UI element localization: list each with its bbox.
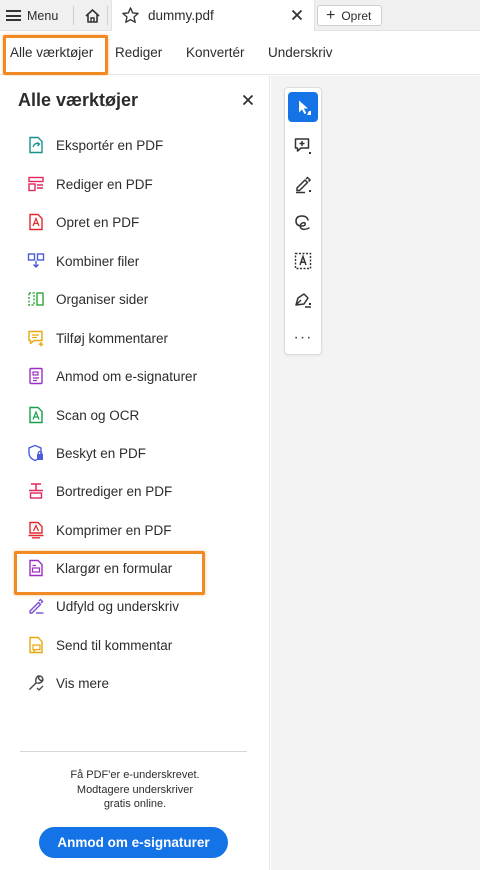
home-icon (84, 8, 100, 23)
panel-divider (20, 751, 247, 752)
tab-document[interactable]: dummy.pdf (111, 0, 315, 31)
all-tools-panel: Alle værktøjer Eksportér en PDF Rediger … (0, 76, 270, 870)
promo-line: gratis online. (103, 798, 167, 810)
new-tab-button[interactable]: + Opret (317, 5, 382, 26)
tool-label: Kombiner filer (56, 253, 140, 269)
promo-line: Få PDF'er e-underskrevet. (70, 769, 200, 781)
tool-add-comments[interactable]: Tilføj kommentarer (26, 327, 168, 349)
scan-ocr-icon (26, 405, 46, 425)
star-icon[interactable] (121, 6, 140, 25)
tool-label: Anmod om e-signaturer (56, 368, 198, 384)
add-comment-tool[interactable] (288, 131, 318, 161)
menu-label: Menu (27, 8, 59, 23)
freehand-icon (295, 215, 310, 231)
close-tab-icon[interactable] (289, 7, 305, 23)
tool-label: Organiser sider (56, 291, 149, 307)
tool-compress-pdf[interactable]: Komprimer en PDF (26, 519, 172, 541)
panel-title: Alle værktøjer (18, 90, 139, 110)
tool-label: Bortrediger en PDF (56, 483, 173, 499)
tool-label: Scan og OCR (56, 407, 140, 423)
tool-create-pdf[interactable]: Opret en PDF (26, 211, 139, 233)
tool-label: Opret en PDF (56, 214, 140, 230)
export-pdf-icon (26, 135, 46, 155)
nav-highlight-box (3, 35, 108, 75)
nav-sign[interactable]: Underskriv (268, 45, 333, 60)
tool-edit-pdf[interactable]: Rediger en PDF (26, 173, 153, 195)
redact-pdf-icon (26, 481, 46, 501)
comment-add-icon (294, 138, 311, 154)
protect-pdf-icon (26, 443, 46, 463)
tool-protect-pdf[interactable]: Beskyt en PDF (26, 442, 146, 464)
new-tab-label: Opret (341, 8, 372, 23)
home-button[interactable] (81, 5, 103, 26)
tool-request-esign[interactable]: Anmod om e-signaturer (26, 365, 197, 387)
tool-label: Send til kommentar (56, 637, 173, 653)
tabbar-divider (107, 6, 108, 25)
more-icon: ··· (293, 329, 313, 346)
tool-fill-sign[interactable]: Udfyld og underskriv (26, 595, 179, 617)
pen-icon (296, 176, 312, 194)
tool-label: Komprimer en PDF (56, 522, 172, 538)
sign-tool[interactable] (288, 285, 318, 315)
compress-pdf-icon (26, 520, 46, 540)
tool-scan-ocr[interactable]: Scan og OCR (26, 404, 139, 426)
tabbar-divider (73, 6, 74, 25)
tool-label: Rediger en PDF (56, 176, 153, 192)
select-tool[interactable] (288, 92, 318, 122)
tool-redact-pdf[interactable]: Bortrediger en PDF (26, 480, 172, 502)
send-comment-icon (26, 635, 46, 655)
tool-label: Vis mere (56, 675, 110, 691)
create-pdf-icon (26, 212, 46, 232)
edit-pdf-icon (26, 174, 46, 194)
hamburger-icon (6, 10, 21, 21)
tool-organize-pages[interactable]: Organiser sider (26, 288, 148, 310)
tab-title: dummy.pdf (148, 8, 214, 23)
nav-edit[interactable]: Rediger (115, 45, 162, 60)
wrench-icon (26, 673, 46, 693)
quick-tools-toolbar: ··· (284, 87, 322, 355)
cursor-icon (299, 100, 311, 115)
text-tool[interactable] (288, 246, 318, 276)
request-esign-button[interactable]: Anmod om e-signaturer (39, 827, 228, 858)
highlight-tool[interactable] (288, 169, 318, 199)
combine-files-icon (26, 251, 46, 271)
text-box-icon (294, 252, 312, 270)
tool-label: Beskyt en PDF (56, 445, 147, 461)
menu-button[interactable]: Menu (6, 4, 58, 27)
tool-show-more[interactable]: Vis mere (26, 672, 109, 694)
promo-line: Modtagere underskriver (76, 783, 194, 796)
draw-tool[interactable] (288, 208, 318, 238)
fill-sign-icon (26, 596, 46, 616)
add-comments-icon (26, 328, 46, 348)
tool-send-comment[interactable]: Send til kommentar (26, 634, 172, 656)
close-panel-icon[interactable] (241, 93, 255, 107)
tool-highlight-box (14, 551, 205, 595)
tool-label: Tilføj kommentarer (56, 330, 169, 346)
tab-bar: Menu dummy.pdf + Opret (0, 0, 480, 31)
tool-label: Udfyld og underskriv (56, 598, 180, 614)
nav-convert[interactable]: Konvertér (186, 45, 245, 60)
request-esign-icon (26, 366, 46, 386)
plus-icon: + (326, 6, 336, 24)
promo-text: Få PDF'er e-underskrevet. Modtagere unde… (2, 768, 268, 812)
fountain-pen-icon (295, 293, 311, 308)
tool-export-pdf[interactable]: Eksportér en PDF (26, 134, 163, 156)
more-tools-button[interactable]: ··· (288, 323, 318, 353)
tool-combine-files[interactable]: Kombiner filer (26, 250, 139, 272)
organize-pages-icon (26, 289, 46, 309)
tool-label: Eksportér en PDF (56, 137, 164, 153)
